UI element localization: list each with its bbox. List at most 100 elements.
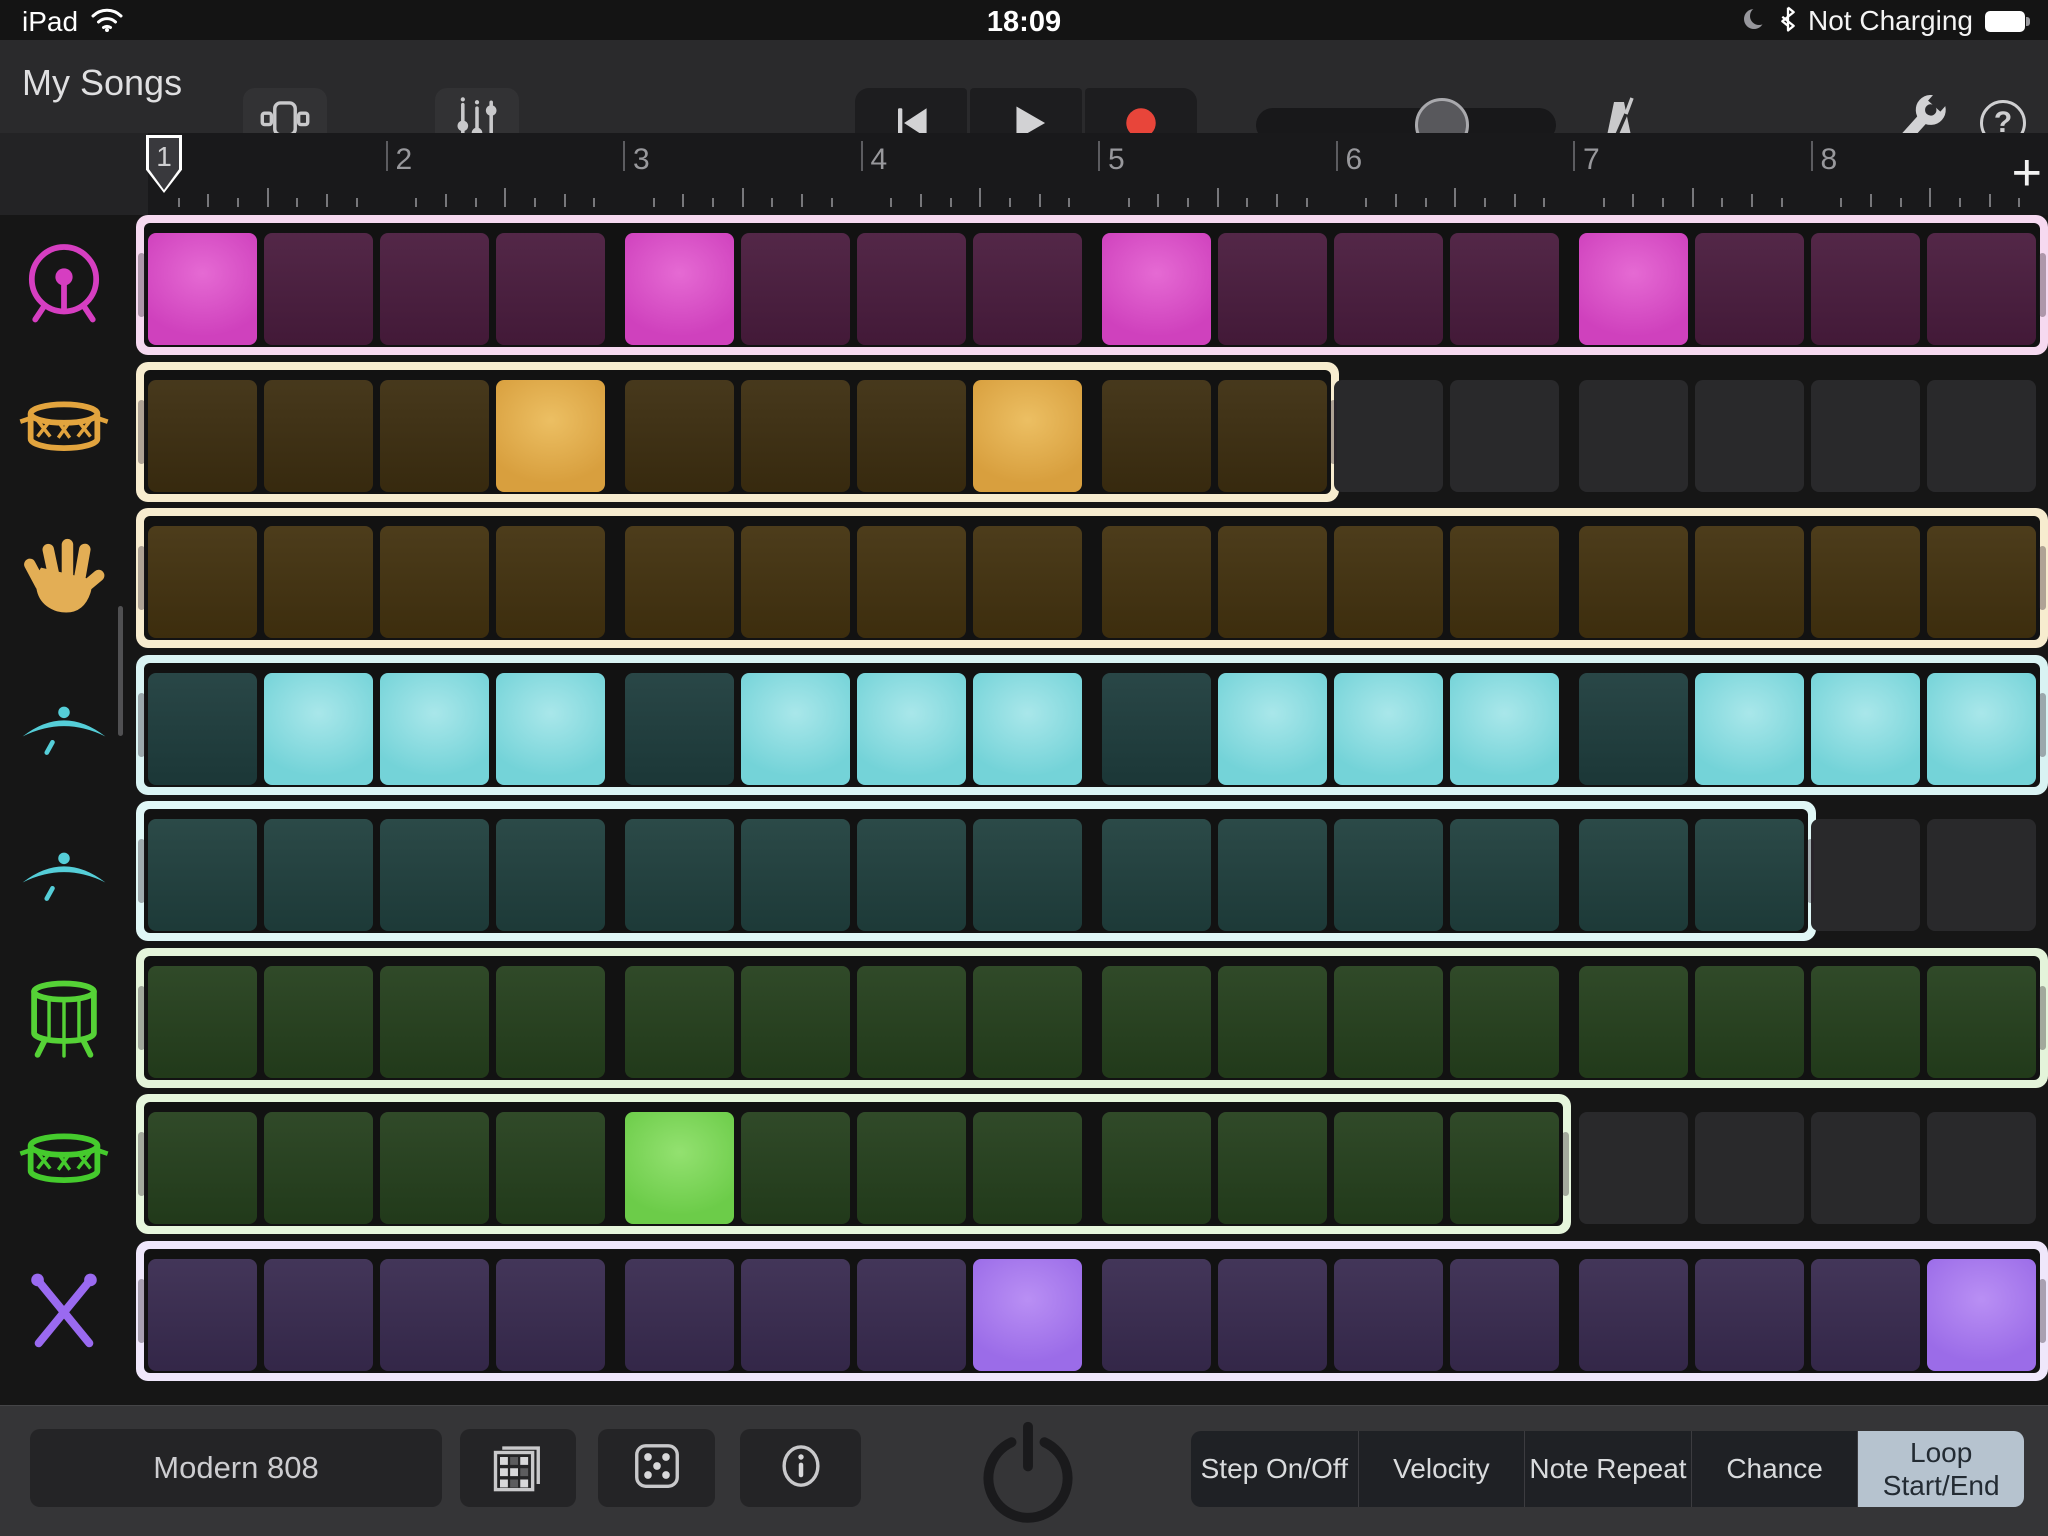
step-cell[interactable] xyxy=(1102,1259,1211,1371)
step-cell[interactable] xyxy=(973,526,1082,638)
step-cell[interactable] xyxy=(1579,673,1688,785)
step-cell[interactable] xyxy=(1218,380,1327,492)
step-cell[interactable] xyxy=(625,233,734,345)
loop-end-handle[interactable] xyxy=(1330,400,1337,464)
snare-drum-icon[interactable] xyxy=(18,1118,110,1210)
loop-start-handle[interactable] xyxy=(138,546,145,610)
step-cell[interactable] xyxy=(1102,526,1211,638)
drumsticks-icon[interactable] xyxy=(18,1265,110,1357)
step-cell[interactable] xyxy=(625,526,734,638)
step-cell[interactable] xyxy=(264,1112,373,1224)
step-cell[interactable] xyxy=(625,1259,734,1371)
step-cell[interactable] xyxy=(1811,673,1920,785)
loop-end-handle[interactable] xyxy=(2039,693,2046,757)
step-cell[interactable] xyxy=(741,1259,850,1371)
step-cell[interactable] xyxy=(1927,1259,2036,1371)
step-cell[interactable] xyxy=(625,380,734,492)
step-cell[interactable] xyxy=(1695,673,1804,785)
step-cell[interactable] xyxy=(496,966,605,1078)
cymbal-icon[interactable] xyxy=(18,679,110,771)
step-cell[interactable] xyxy=(973,673,1082,785)
mode-button-loop-start-end[interactable]: Loop Start/End xyxy=(1857,1431,2024,1507)
loop-end-handle[interactable] xyxy=(2039,986,2046,1050)
step-cell[interactable] xyxy=(148,1112,257,1224)
step-cell[interactable] xyxy=(1218,526,1327,638)
step-cell[interactable] xyxy=(973,966,1082,1078)
step-cell[interactable] xyxy=(1695,233,1804,345)
step-cell[interactable] xyxy=(1450,526,1559,638)
step-cell[interactable] xyxy=(496,673,605,785)
step-cell[interactable] xyxy=(1450,1112,1559,1224)
step-cell[interactable] xyxy=(1450,673,1559,785)
step-cell[interactable] xyxy=(148,380,257,492)
step-cell[interactable] xyxy=(148,1259,257,1371)
step-cell[interactable] xyxy=(1218,819,1327,931)
loop-start-handle[interactable] xyxy=(138,986,145,1050)
kit-selector-button[interactable]: Modern 808 xyxy=(30,1429,442,1507)
step-cell[interactable] xyxy=(973,1112,1082,1224)
step-cell[interactable] xyxy=(625,1112,734,1224)
loop-end-handle[interactable] xyxy=(2039,253,2046,317)
floor-tom-icon[interactable] xyxy=(18,972,110,1064)
step-cell[interactable] xyxy=(857,1259,966,1371)
step-cell[interactable] xyxy=(1450,819,1559,931)
step-cell[interactable] xyxy=(1927,233,2036,345)
step-cell[interactable] xyxy=(1334,819,1443,931)
step-cell[interactable] xyxy=(625,673,734,785)
step-cell[interactable] xyxy=(148,526,257,638)
mode-button-step-on-off[interactable]: Step On/Off xyxy=(1191,1431,1358,1507)
step-cell[interactable] xyxy=(1811,1112,1920,1224)
loop-end-handle[interactable] xyxy=(2039,1279,2046,1343)
step-cell[interactable] xyxy=(741,966,850,1078)
step-cell[interactable] xyxy=(1334,966,1443,1078)
step-cell[interactable] xyxy=(380,1259,489,1371)
step-cell[interactable] xyxy=(496,1112,605,1224)
step-cell[interactable] xyxy=(1218,1112,1327,1224)
step-cell[interactable] xyxy=(741,380,850,492)
step-cell[interactable] xyxy=(1218,673,1327,785)
loop-start-handle[interactable] xyxy=(138,253,145,317)
loop-end-handle[interactable] xyxy=(2039,546,2046,610)
step-cell[interactable] xyxy=(741,819,850,931)
step-cell[interactable] xyxy=(1695,1259,1804,1371)
cymbal-icon[interactable] xyxy=(18,825,110,917)
step-cell[interactable] xyxy=(1102,233,1211,345)
step-cell[interactable] xyxy=(1579,380,1688,492)
step-cell[interactable] xyxy=(1695,380,1804,492)
step-cell[interactable] xyxy=(857,966,966,1078)
step-cell[interactable] xyxy=(148,819,257,931)
step-cell[interactable] xyxy=(264,526,373,638)
loop-end-handle[interactable] xyxy=(1807,839,1814,903)
step-cell[interactable] xyxy=(1579,1259,1688,1371)
mode-button-note-repeat[interactable]: Note Repeat xyxy=(1524,1431,1691,1507)
step-cell[interactable] xyxy=(148,673,257,785)
step-cell[interactable] xyxy=(1927,526,2036,638)
step-cell[interactable] xyxy=(1102,673,1211,785)
step-cell[interactable] xyxy=(1450,1259,1559,1371)
loop-start-handle[interactable] xyxy=(138,693,145,757)
step-cell[interactable] xyxy=(1450,233,1559,345)
step-cell[interactable] xyxy=(741,673,850,785)
step-cell[interactable] xyxy=(1450,380,1559,492)
step-cell[interactable] xyxy=(496,380,605,492)
step-cell[interactable] xyxy=(857,673,966,785)
step-cell[interactable] xyxy=(496,233,605,345)
step-cell[interactable] xyxy=(1450,966,1559,1078)
step-cell[interactable] xyxy=(1102,819,1211,931)
step-cell[interactable] xyxy=(380,526,489,638)
step-cell[interactable] xyxy=(264,819,373,931)
loop-start-handle[interactable] xyxy=(138,400,145,464)
loop-end-handle[interactable] xyxy=(1562,1132,1569,1196)
step-cell[interactable] xyxy=(264,233,373,345)
step-cell[interactable] xyxy=(1579,233,1688,345)
hand-clap-icon[interactable] xyxy=(18,532,110,624)
step-cell[interactable] xyxy=(1811,526,1920,638)
step-cell[interactable] xyxy=(973,819,1082,931)
step-cell[interactable] xyxy=(741,526,850,638)
step-cell[interactable] xyxy=(380,673,489,785)
step-cell[interactable] xyxy=(1579,819,1688,931)
step-cell[interactable] xyxy=(1811,1259,1920,1371)
snare-drum-icon[interactable] xyxy=(18,386,110,478)
step-cell[interactable] xyxy=(973,380,1082,492)
step-cell[interactable] xyxy=(1927,380,2036,492)
